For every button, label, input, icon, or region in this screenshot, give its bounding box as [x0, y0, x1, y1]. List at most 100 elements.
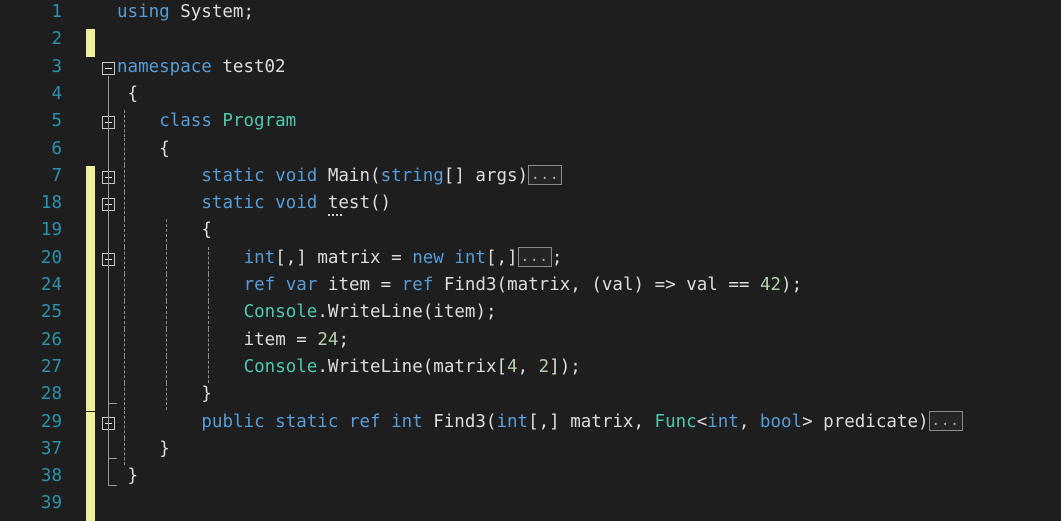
- code-line[interactable]: 38}: [0, 463, 1061, 490]
- rename-smart-tag-indicator[interactable]: [328, 212, 342, 217]
- code-token: int: [391, 411, 423, 432]
- line-number: 2: [51, 29, 62, 50]
- code-token: ;: [551, 247, 563, 268]
- code-token: Program: [222, 111, 297, 132]
- code-text[interactable]: }: [201, 381, 212, 408]
- code-text[interactable]: }: [159, 436, 170, 463]
- code-text[interactable]: }: [128, 463, 139, 490]
- code-token: void: [275, 193, 318, 214]
- code-token: (: [496, 275, 508, 295]
- code-line[interactable]: 19 {: [0, 217, 1061, 244]
- code-token: ref: [243, 275, 276, 295]
- code-token: =: [380, 247, 413, 268]
- line-number: 4: [51, 83, 62, 104]
- code-token: [,]: [485, 247, 518, 268]
- code-token: <: [696, 411, 708, 432]
- code-token: .: [317, 356, 328, 377]
- code-token: }: [127, 466, 139, 487]
- code-token: 24: [317, 329, 339, 350]
- code-token: args: [475, 165, 518, 186]
- line-number: 28: [40, 384, 62, 405]
- code-line[interactable]: 26 item = 24;: [0, 327, 1061, 354]
- code-text[interactable]: ref var item = ref Find3(matrix, (val) =…: [244, 272, 803, 299]
- code-line[interactable]: 3 namespace test02: [0, 54, 1061, 81]
- code-token: static: [275, 411, 339, 432]
- code-token: ,: [517, 356, 539, 377]
- code-token: class: [159, 111, 212, 132]
- code-text[interactable]: int[,] matrix = new int[,]...;: [244, 245, 563, 272]
- code-line[interactable]: 1 using System;: [0, 0, 1061, 26]
- line-number: 6: [51, 138, 62, 159]
- code-text[interactable]: Console.WriteLine(item);: [244, 299, 497, 326]
- code-token: [,]: [528, 411, 571, 432]
- code-line[interactable]: 37}: [0, 436, 1061, 463]
- code-token: (): [370, 193, 392, 214]
- code-text[interactable]: {: [159, 136, 170, 163]
- code-token: item: [243, 329, 286, 350]
- code-token: ) =>: [633, 275, 687, 295]
- code-line[interactable]: 18 static void test(): [0, 190, 1061, 217]
- collapsed-region-ellipsis[interactable]: ...: [928, 410, 963, 431]
- code-token: Console: [243, 356, 318, 377]
- code-token: string: [380, 165, 444, 186]
- code-token: Console: [243, 302, 318, 323]
- line-number: 3: [51, 56, 62, 77]
- code-token: ref: [348, 411, 381, 432]
- code-line[interactable]: 24 ref var item = ref Find3(matrix, (val)…: [0, 272, 1061, 299]
- line-number: 26: [40, 329, 62, 350]
- code-token: , (: [570, 275, 602, 295]
- code-text[interactable]: {: [201, 217, 212, 244]
- code-text[interactable]: public static ref int Find3(int[,] matri…: [201, 409, 963, 436]
- code-text[interactable]: item = 24;: [244, 327, 349, 354]
- code-line[interactable]: 4{: [0, 81, 1061, 108]
- code-token: matrix: [570, 411, 634, 432]
- code-token: predicate: [823, 411, 918, 432]
- code-token: (: [422, 302, 434, 323]
- code-line[interactable]: 6{: [0, 136, 1061, 163]
- code-token: item: [327, 275, 371, 295]
- line-number: 29: [40, 411, 62, 432]
- code-line[interactable]: 7 static void Main(string[] args)...: [0, 163, 1061, 190]
- collapsed-region-ellipsis[interactable]: ...: [517, 246, 552, 267]
- line-number: 39: [40, 493, 62, 514]
- line-number: 1: [51, 2, 62, 22]
- code-token: ): [517, 165, 529, 186]
- code-line[interactable]: 5 class Program: [0, 108, 1061, 135]
- code-text[interactable]: static void Main(string[] args)...: [201, 163, 563, 190]
- code-line[interactable]: 28}: [0, 381, 1061, 408]
- line-number: 37: [40, 438, 62, 459]
- code-line[interactable]: 29 public static ref int Find3(int[,] mat…: [0, 409, 1061, 436]
- code-text[interactable]: static void test(): [201, 190, 391, 217]
- code-text[interactable]: namespace test02: [117, 54, 286, 81]
- code-token: (: [422, 356, 434, 377]
- code-token: WriteLine: [327, 302, 423, 323]
- code-token: 4: [507, 356, 518, 377]
- code-token: val: [686, 275, 718, 295]
- code-text[interactable]: Console.WriteLine(matrix[4, 2]);: [244, 354, 581, 381]
- code-text[interactable]: {: [128, 81, 139, 108]
- code-line[interactable]: 2: [0, 26, 1061, 53]
- collapsed-region-ellipsis[interactable]: ...: [528, 164, 563, 185]
- code-line[interactable]: 39: [0, 490, 1061, 517]
- code-token: ]);: [549, 356, 581, 377]
- code-line[interactable]: 25 Console.WriteLine(item);: [0, 299, 1061, 326]
- code-text[interactable]: class Program: [159, 108, 296, 135]
- code-editor[interactable]: 1 using System; 2 3 namespace test02 4{5 class…: [0, 0, 1061, 521]
- code-token: var: [285, 275, 318, 295]
- code-token: matrix: [317, 247, 381, 268]
- code-token: {: [127, 83, 139, 104]
- code-token: matrix: [507, 275, 571, 295]
- code-token: .: [317, 302, 328, 323]
- code-token: Main: [327, 165, 371, 186]
- code-line[interactable]: 20 int[,] matrix = new int[,]...;: [0, 245, 1061, 272]
- code-token: WriteLine: [327, 356, 423, 377]
- code-text[interactable]: using System;: [117, 0, 254, 26]
- line-number: 25: [40, 302, 62, 323]
- code-token: static: [201, 193, 265, 214]
- code-line[interactable]: 27 Console.WriteLine(matrix[4, 2]);: [0, 354, 1061, 381]
